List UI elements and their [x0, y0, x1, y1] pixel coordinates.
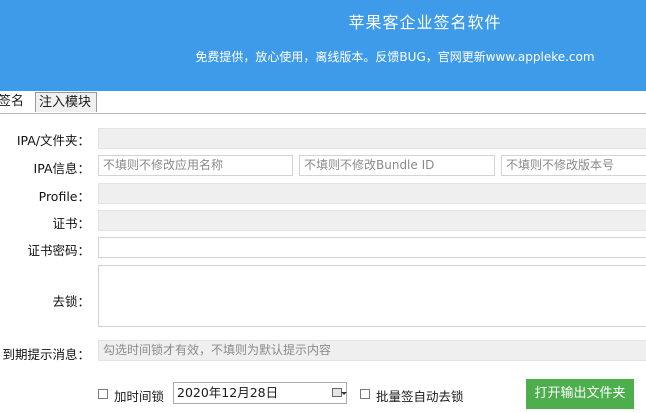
- certificate-field[interactable]: [98, 210, 646, 231]
- app-subtitle: 免费提供，放心使用，离线版本。反馈BUG，官网更新www.appleke.com: [195, 50, 595, 64]
- ipa-folder-label: IPA/文件夹：: [16, 133, 90, 148]
- unlock-label: 去锁：: [52, 294, 90, 309]
- ipa-info-label: IPA信息：: [33, 161, 90, 176]
- bundle-id-input[interactable]: 不填则不修改Bundle ID: [299, 155, 495, 176]
- tab-sign[interactable]: 签名: [0, 92, 31, 112]
- date-picker[interactable]: 2020年12月28日: [173, 382, 347, 404]
- batch-unlock-checkbox[interactable]: [360, 389, 370, 399]
- cert-password-label: 证书密码：: [27, 243, 90, 258]
- profile-field[interactable]: [98, 183, 646, 204]
- expiry-message-label: 到期提示消息：: [2, 347, 90, 362]
- app-header: 苹果客企业签名软件 免费提供，放心使用，离线版本。反馈BUG，官网更新www.a…: [0, 0, 646, 91]
- version-input[interactable]: 不填则不修改版本号: [501, 155, 646, 176]
- date-value: 2020年12月28日: [177, 385, 279, 400]
- batch-unlock-label: 批量签自动去锁: [376, 389, 464, 404]
- time-lock-label: 加时间锁: [114, 389, 165, 404]
- time-lock-checkbox[interactable]: [98, 389, 108, 399]
- cert-password-input[interactable]: [98, 237, 646, 258]
- tab-inject-module[interactable]: 注入模块: [35, 92, 97, 112]
- expiry-message-input[interactable]: 勾选时间锁才有效，不填则为默认提示内容: [98, 340, 646, 361]
- calendar-dropdown-icon[interactable]: [332, 388, 347, 397]
- tab-bar: 签名 注入模块: [0, 91, 646, 114]
- unlock-textarea[interactable]: [98, 265, 646, 327]
- open-output-folder-button[interactable]: 打开输出文件夹: [526, 379, 634, 409]
- app-title: 苹果客企业签名软件: [348, 13, 502, 32]
- profile-label: Profile：: [38, 189, 90, 204]
- app-name-input[interactable]: 不填则不修改应用名称: [98, 155, 293, 176]
- certificate-label: 证书：: [52, 216, 90, 231]
- ipa-folder-field[interactable]: [98, 128, 646, 149]
